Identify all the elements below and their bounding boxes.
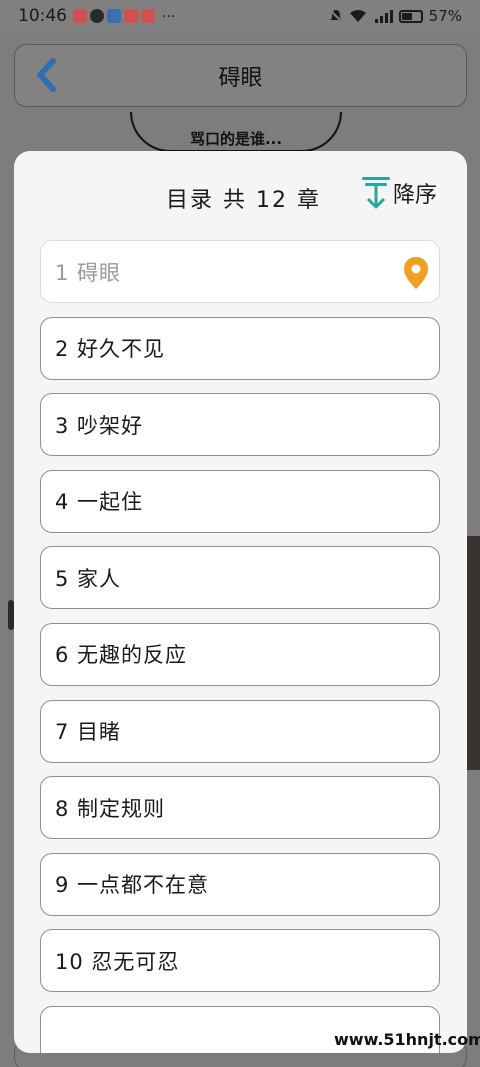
mute-icon: [328, 9, 343, 23]
chapter-label: 2 好久不见: [55, 337, 166, 362]
toc-sheet: 目录 共 12 章 降序 1 碍眼 2 好久不见 3 吵架好 4 一起住 5 家…: [14, 151, 467, 1053]
chapter-label: 8 制定规则: [55, 796, 166, 821]
sort-order-button[interactable]: 降序: [361, 175, 437, 211]
chapter-item[interactable]: 6 无趣的反应: [40, 622, 440, 686]
chapter-item[interactable]: 9 一点都不在意: [40, 852, 440, 916]
battery-percent: 57%: [428, 7, 462, 25]
chapter-item[interactable]: 10 忍无可忍: [40, 929, 440, 993]
chapter-label: 4 一起住: [55, 490, 144, 515]
chapter-label: 1 碍眼: [55, 260, 122, 285]
chapter-item[interactable]: 3 吵架好: [40, 393, 440, 457]
toc-header: 目录 共 12 章 降序: [14, 151, 467, 237]
chapter-item[interactable]: 2 好久不见: [40, 316, 440, 380]
chapter-label: 6 无趣的反应: [55, 643, 188, 668]
signal-icon: [374, 10, 393, 23]
location-pin-icon: [404, 257, 428, 289]
more-notifications-icon: ···: [162, 9, 176, 25]
page-title: 碍眼: [218, 65, 263, 91]
chapter-label: 9 一点都不在意: [55, 873, 210, 898]
watermark: www.51hnjt.com: [334, 1030, 480, 1049]
chapter-item[interactable]: 4 一起住: [40, 469, 440, 533]
chapter-label: 3 吵架好: [55, 413, 144, 438]
back-arrow-icon: [37, 58, 56, 92]
chapter-label: 10 忍无可忍: [55, 949, 180, 974]
sort-descending-icon: [362, 177, 390, 209]
chapter-list: 1 碍眼 2 好久不见 3 吵架好 4 一起住 5 家人 6 无趣的反应 7 目…: [40, 240, 440, 1053]
sort-label: 降序: [393, 183, 438, 208]
notification-icons: ···: [73, 9, 176, 25]
alipay-icon: [107, 9, 121, 23]
chapter-item[interactable]: 8 制定规则: [40, 776, 440, 840]
chapter-item-current[interactable]: 1 碍眼: [40, 240, 440, 303]
status-time: 10:46: [18, 6, 67, 26]
background-snippet-text: 骂口的是谁...: [189, 130, 283, 148]
status-bar: 10:46 ··· 57%: [0, 0, 480, 32]
battery-icon: [398, 9, 423, 23]
background-content-snippet: 骂口的是谁...: [130, 112, 342, 152]
toc-title: 目录 共 12 章: [166, 188, 321, 213]
app-notification-icon: [73, 9, 87, 23]
wifi-icon: [349, 10, 366, 22]
chapter-label: 7 目睹: [55, 720, 122, 745]
back-button[interactable]: [31, 57, 61, 93]
chapter-label: 5 家人: [55, 566, 122, 591]
status-right: 57%: [328, 7, 462, 25]
wechat-icon: [90, 9, 104, 23]
app-notification-icon: [124, 9, 138, 23]
background-image-edge: [466, 536, 480, 770]
chapter-item[interactable]: 7 目睹: [40, 699, 440, 763]
app-notification-icon: [141, 9, 155, 23]
top-bar: 碍眼: [14, 44, 467, 107]
chapter-item[interactable]: 5 家人: [40, 546, 440, 610]
